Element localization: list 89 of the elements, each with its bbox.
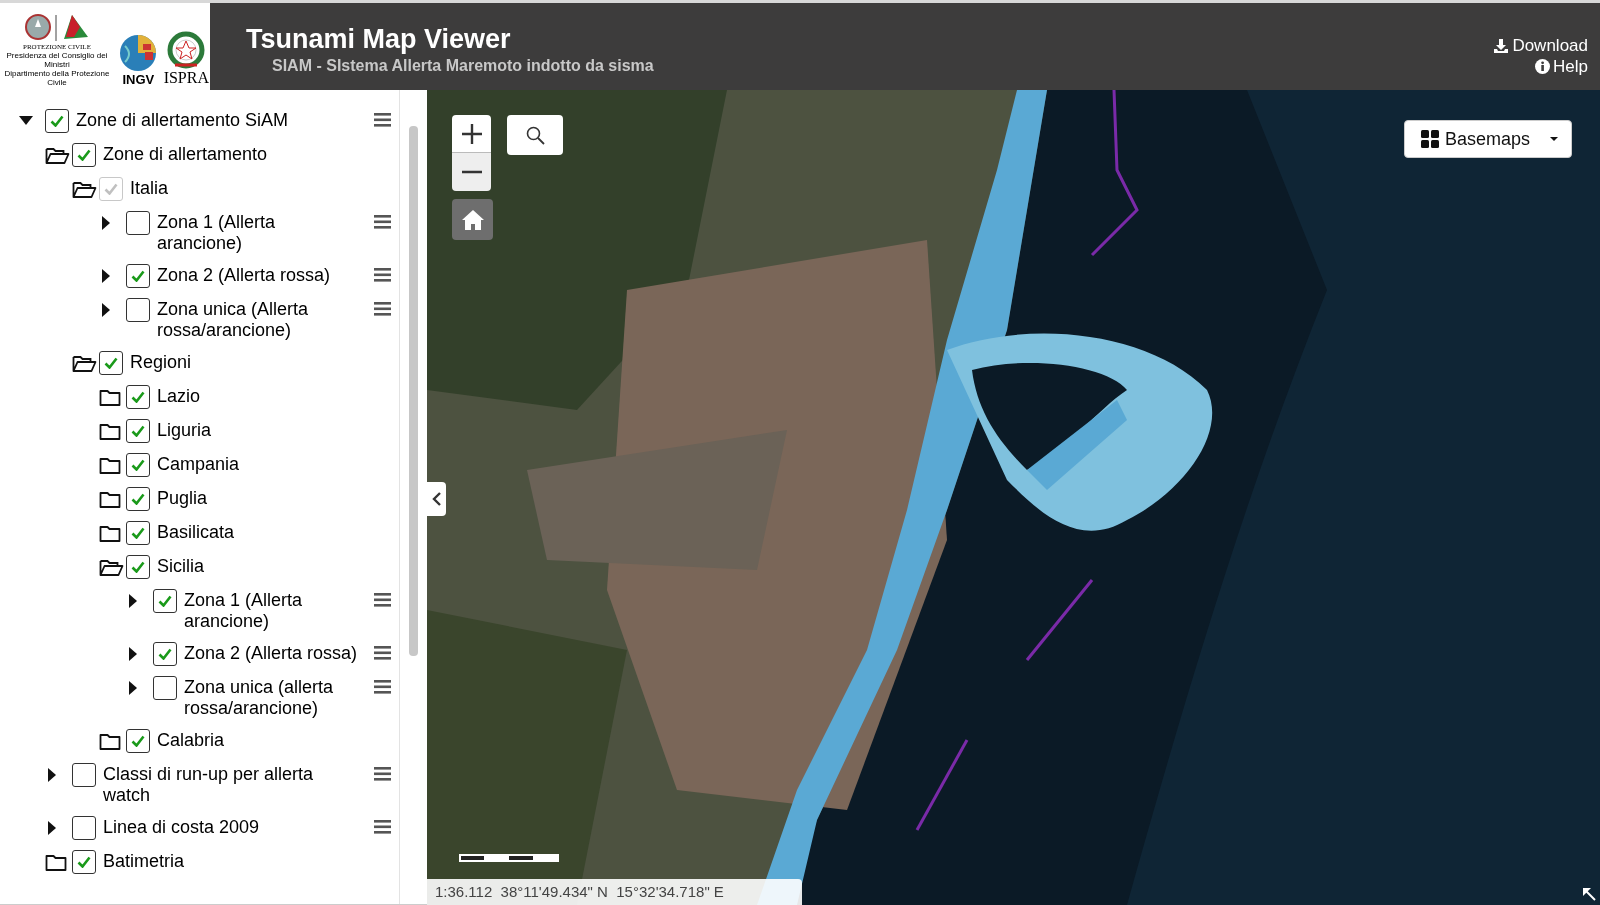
layer-label: Zone di allertamento — [103, 143, 269, 165]
chevron-left-icon — [431, 492, 442, 506]
checkbox[interactable] — [126, 555, 150, 579]
search-button[interactable] — [507, 115, 563, 155]
layer-label: Sicilia — [157, 555, 205, 577]
layer-label: Zona 1 (Allerta arancione) — [184, 589, 304, 632]
check-icon — [131, 561, 145, 573]
check-icon — [104, 357, 118, 369]
open-folder-icon[interactable] — [72, 353, 97, 373]
layer-label: Batimetria — [103, 850, 186, 872]
plus-icon — [461, 123, 482, 144]
check-icon — [77, 856, 91, 868]
logo-subcaption: Dipartimento della Protezione Civile — [3, 69, 111, 87]
resize-icon[interactable] — [1582, 887, 1596, 901]
home-button[interactable] — [452, 199, 493, 240]
checkbox[interactable] — [126, 385, 150, 409]
caret-down-icon — [1550, 137, 1559, 141]
layer-label: Zona 1 (Allerta arancione) — [157, 211, 277, 254]
check-icon — [158, 648, 172, 660]
layer-label: Zona 2 (Allerta rossa) — [157, 264, 332, 286]
check-icon — [131, 270, 145, 282]
logo-caption: INGV — [122, 72, 155, 87]
home-icon — [460, 208, 485, 231]
layer-label: Campania — [157, 453, 241, 475]
check-icon — [158, 595, 172, 607]
menu-icon[interactable] — [373, 646, 391, 660]
collapse-panel-button[interactable] — [427, 482, 446, 516]
checkbox[interactable] — [72, 816, 96, 840]
check-icon — [104, 183, 118, 195]
layer-label: Puglia — [157, 487, 209, 509]
checkbox[interactable] — [126, 453, 150, 477]
checkbox[interactable] — [126, 487, 150, 511]
layer-label: Zona 2 (Allerta rossa) — [184, 642, 359, 664]
check-icon — [50, 115, 64, 127]
layer-label: Linea di costa 2009 — [103, 816, 261, 838]
checkbox[interactable] — [126, 729, 150, 753]
checkbox[interactable] — [153, 642, 177, 666]
check-icon — [77, 149, 91, 161]
coordinates-readout: 1:36.112 38°11'49.434" N 15°32'34.718" E — [427, 879, 802, 905]
layer-label: Classi di run-up per allerta watch — [103, 763, 315, 806]
checkbox[interactable] — [45, 109, 69, 133]
layer-label: Zona unica (Allerta rossa/arancione) — [157, 298, 310, 341]
menu-icon[interactable] — [373, 113, 391, 127]
check-icon — [131, 735, 145, 747]
search-icon — [525, 125, 545, 145]
layer-label: Basilicata — [157, 521, 236, 543]
check-icon — [131, 425, 145, 437]
grid-icon — [1421, 130, 1439, 148]
layer-label: Zona unica (allerta rossa/arancione) — [184, 676, 335, 719]
minus-icon — [461, 170, 482, 174]
check-icon — [131, 527, 145, 539]
check-icon — [131, 493, 145, 505]
download-icon — [1493, 38, 1510, 53]
open-folder-icon[interactable] — [99, 557, 124, 577]
app-subtitle: SIAM - SIstema Allerta Maremoto indotto da sisma — [271, 56, 654, 76]
globe-logo — [119, 34, 158, 72]
zoom-in-button[interactable] — [452, 115, 491, 153]
checkbox[interactable] — [72, 850, 96, 874]
checkbox[interactable] — [153, 589, 177, 613]
checkbox[interactable] — [126, 521, 150, 545]
open-folder-icon[interactable] — [45, 145, 70, 165]
info-icon — [1535, 59, 1551, 74]
menu-icon[interactable] — [373, 680, 391, 694]
logo-subcaption: Presidenza del Consiglio dei Ministri — [5, 51, 109, 69]
check-icon — [131, 391, 145, 403]
layer-label: Liguria — [157, 419, 213, 441]
download-link[interactable]: Download — [1493, 35, 1588, 56]
layer-label: Italia — [130, 177, 170, 199]
check-icon — [131, 459, 145, 471]
menu-icon[interactable] — [373, 593, 391, 607]
layer-label: Zone di allertamento SiAM — [76, 109, 290, 131]
help-link[interactable]: Help — [1535, 56, 1588, 77]
app-title: Tsunami Map Viewer — [246, 23, 512, 55]
logo-caption: ISPRA — [163, 69, 209, 87]
basemaps-button[interactable]: Basemaps — [1404, 120, 1572, 158]
checkbox[interactable] — [72, 763, 96, 787]
layer-label: Lazio — [157, 385, 202, 407]
menu-icon[interactable] — [373, 820, 391, 834]
checkbox[interactable] — [126, 419, 150, 443]
scrollbar[interactable] — [409, 126, 418, 656]
emblem-logo — [167, 31, 206, 69]
checkbox[interactable] — [153, 676, 177, 700]
checkbox[interactable] — [72, 143, 96, 167]
checkbox[interactable] — [99, 351, 123, 375]
protezione-civile-logo — [24, 11, 90, 43]
layer-label: Regioni — [130, 351, 193, 373]
zoom-out-button[interactable] — [452, 153, 491, 191]
menu-icon[interactable] — [373, 767, 391, 781]
layer-label: Calabria — [157, 729, 226, 751]
